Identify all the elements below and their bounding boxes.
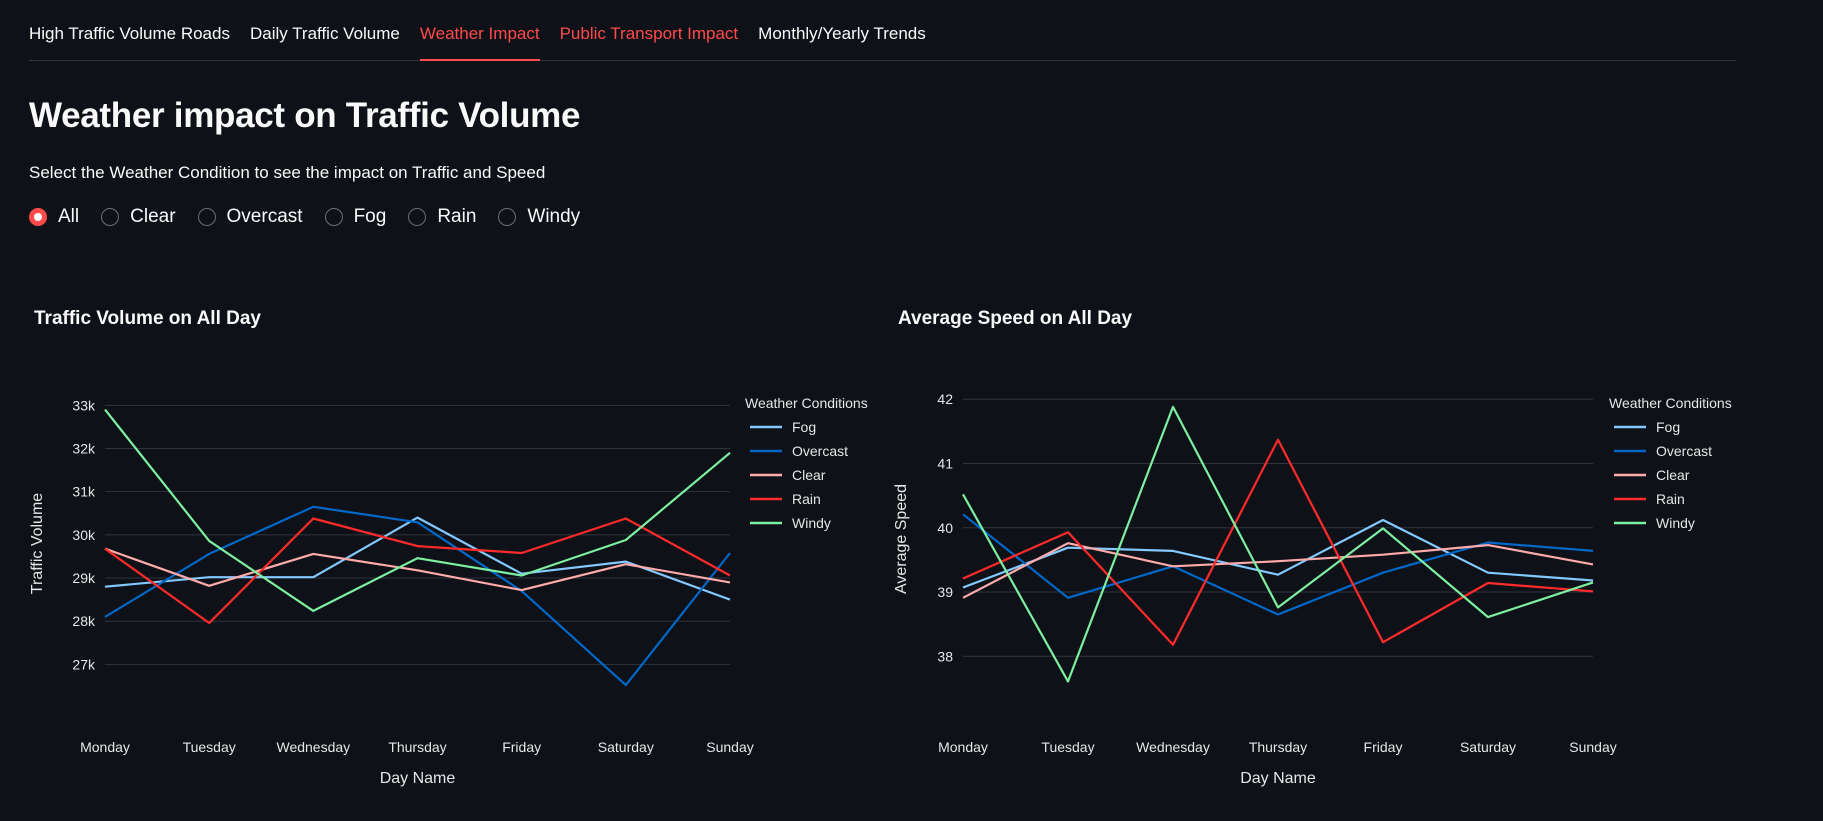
legend-label-fog: Fog: [792, 419, 816, 435]
x-tick-label: Sunday: [1569, 739, 1616, 755]
radio-unchecked-icon[interactable]: [197, 208, 216, 226]
legend-label-fog: Fog: [1656, 419, 1680, 435]
radio-option-windy[interactable]: Windy: [498, 206, 580, 228]
y-tick-label: 41: [937, 455, 953, 471]
radio-option-overcast[interactable]: Overcast: [197, 206, 303, 228]
traffic-volume-chart-title: Traffic Volume on All Day: [34, 308, 261, 329]
y-axis-title: Traffic Volume: [29, 493, 46, 594]
series-line-windy: [104, 408, 731, 612]
radio-unchecked-icon[interactable]: [101, 208, 120, 226]
radio-option-clear[interactable]: Clear: [101, 206, 176, 228]
y-tick-label: 40: [937, 520, 953, 536]
x-tick-label: Friday: [1364, 739, 1403, 755]
radio-label: Clear: [130, 206, 176, 227]
x-tick-label: Friday: [502, 739, 541, 755]
radio-option-fog[interactable]: Fog: [324, 206, 387, 228]
legend-label-rain: Rain: [792, 491, 821, 507]
x-tick-label: Thursday: [1249, 739, 1307, 755]
y-tick-label: 38: [937, 648, 953, 664]
radio-label: Rain: [437, 206, 477, 227]
y-tick-label: 29k: [72, 570, 96, 586]
radio-option-rain[interactable]: Rain: [408, 206, 476, 228]
page-title: Weather impact on Traffic Volume: [29, 96, 581, 135]
radio-checked-icon[interactable]: [29, 208, 47, 226]
radio-label: Fog: [353, 206, 387, 227]
legend-label-rain: Rain: [1656, 491, 1685, 507]
radio-option-all[interactable]: All: [29, 206, 79, 228]
x-tick-label: Saturday: [1460, 739, 1516, 755]
instruction-text: Select the Weather Condition to see the …: [29, 163, 546, 182]
x-tick-label: Tuesday: [183, 739, 236, 755]
x-tick-label: Monday: [80, 739, 130, 755]
y-tick-label: 31k: [72, 484, 96, 500]
radio-unchecked-icon[interactable]: [324, 208, 343, 226]
legend-title: Weather Conditions: [1609, 395, 1732, 411]
legend-label-overcast: Overcast: [792, 443, 848, 459]
x-tick-label: Saturday: [598, 739, 654, 755]
y-tick-label: 42: [937, 391, 953, 407]
series-line-clear: [104, 547, 731, 592]
tab-high-traffic-volume-roads[interactable]: High Traffic Volume Roads: [29, 0, 230, 43]
radio-label: Windy: [527, 206, 581, 227]
legend-label-clear: Clear: [1656, 467, 1690, 483]
radio-label: Overcast: [226, 206, 303, 227]
average-speed-chart: 38 39 40 41 42 Monday Tuesday Wednesday Thursday…: [893, 391, 1732, 787]
legend-label-windy: Windy: [1656, 515, 1695, 531]
weather-condition-radio-group: All Clear Overcast Fog Rain Windy: [29, 206, 602, 228]
radio-unchecked-icon[interactable]: [408, 208, 427, 226]
x-tick-label: Wednesday: [1136, 739, 1210, 755]
y-tick-label: 30k: [72, 527, 96, 543]
y-tick-label: 27k: [72, 656, 96, 672]
y-tick-label: 28k: [72, 613, 96, 629]
x-tick-label: Sunday: [706, 739, 753, 755]
x-tick-label: Monday: [938, 739, 988, 755]
radio-unchecked-icon[interactable]: [498, 208, 517, 226]
tab-monthly-yearly-trends[interactable]: Monthly/Yearly Trends: [758, 0, 926, 43]
y-tick-label: 33k: [72, 397, 96, 413]
y-tick-label: 39: [937, 584, 953, 600]
average-speed-chart-title: Average Speed on All Day: [898, 308, 1133, 329]
traffic-volume-chart: 27k 28k 29k 30k 31k 32k 33k Monday Tuesday Wednes…: [29, 395, 868, 787]
series-line-overcast: [962, 513, 1594, 616]
legend-label-overcast: Overcast: [1656, 443, 1712, 459]
y-tick-label: 32k: [72, 441, 96, 457]
tab-weather-impact[interactable]: Weather Impact: [419, 0, 540, 61]
series-line-overcast: [104, 505, 731, 687]
legend-label-windy: Windy: [792, 515, 831, 531]
x-axis-title: Day Name: [380, 770, 456, 787]
radio-label: All: [58, 206, 80, 227]
x-tick-label: Wednesday: [276, 739, 350, 755]
x-axis-title: Day Name: [1240, 770, 1316, 787]
x-tick-label: Thursday: [388, 739, 446, 755]
y-axis-title: Average Speed: [893, 484, 910, 594]
tab-bar: High Traffic Volume Roads Daily Traffic …: [29, 0, 1736, 61]
tab-public-transport-impact[interactable]: Public Transport Impact: [560, 0, 739, 43]
x-tick-label: Tuesday: [1041, 739, 1094, 755]
series-line-fog: [962, 518, 1594, 589]
legend-title: Weather Conditions: [745, 395, 868, 411]
tab-daily-traffic-volume[interactable]: Daily Traffic Volume: [250, 0, 400, 43]
legend-label-clear: Clear: [792, 467, 826, 483]
